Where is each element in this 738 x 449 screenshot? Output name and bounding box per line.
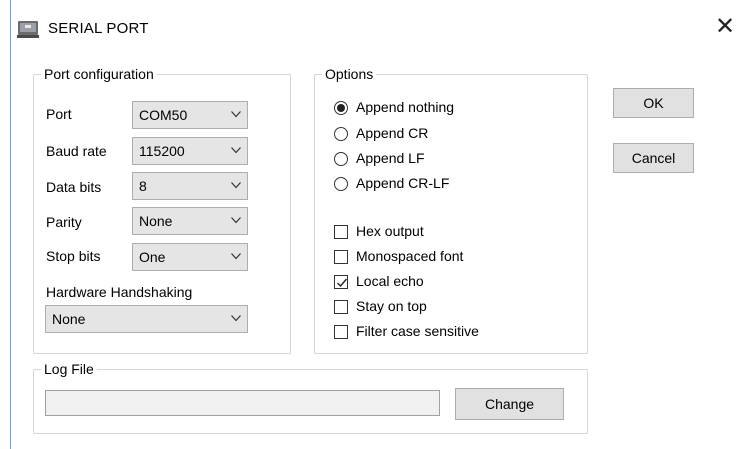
window-title: SERIAL PORT bbox=[48, 20, 149, 37]
append-lf-label: Append LF bbox=[356, 150, 425, 166]
chevron-down-icon bbox=[231, 111, 241, 118]
monospaced-font-label: Monospaced font bbox=[356, 248, 464, 264]
stop-bits-select[interactable]: One bbox=[132, 243, 248, 271]
append-nothing-radio[interactable] bbox=[334, 101, 348, 115]
baud-rate-select[interactable]: 115200 bbox=[132, 137, 248, 165]
log-file-path-field[interactable] bbox=[45, 390, 440, 416]
append-cr-lf-radio[interactable] bbox=[334, 177, 348, 191]
hardware-handshaking-label: Hardware Handshaking bbox=[46, 284, 193, 300]
hex-output-checkbox[interactable] bbox=[334, 225, 348, 239]
monospaced-font-checkbox[interactable] bbox=[334, 250, 348, 264]
filter-case-sensitive-checkbox[interactable] bbox=[334, 325, 348, 339]
data-bits-select[interactable]: 8 bbox=[132, 172, 248, 200]
parity-select[interactable]: None bbox=[132, 207, 248, 235]
append-cr-lf-label: Append CR-LF bbox=[356, 175, 450, 191]
append-nothing-label: Append nothing bbox=[356, 99, 455, 115]
change-log-file-button[interactable]: Change bbox=[455, 388, 564, 420]
baud-rate-label: Baud rate bbox=[46, 143, 107, 159]
stay-on-top-label: Stay on top bbox=[356, 298, 427, 314]
local-echo-label: Local echo bbox=[356, 273, 424, 289]
append-cr-radio[interactable] bbox=[334, 127, 348, 141]
chevron-down-icon bbox=[231, 315, 241, 322]
parity-label: Parity bbox=[46, 214, 82, 230]
cancel-button[interactable]: Cancel bbox=[613, 143, 694, 173]
hardware-handshaking-select-value: None bbox=[52, 311, 86, 327]
local-echo-checkbox[interactable] bbox=[334, 275, 348, 289]
options-legend: Options bbox=[325, 66, 374, 82]
stay-on-top-checkbox[interactable] bbox=[334, 300, 348, 314]
port-configuration-legend: Port configuration bbox=[44, 66, 154, 82]
port-select[interactable]: COM50 bbox=[132, 101, 248, 129]
log-file-legend: Log File bbox=[44, 361, 94, 377]
data-bits-select-value: 8 bbox=[139, 178, 147, 194]
data-bits-label: Data bits bbox=[46, 179, 102, 195]
append-cr-label: Append CR bbox=[356, 125, 429, 141]
serial-port-icon bbox=[17, 21, 39, 38]
hardware-handshaking-select[interactable]: None bbox=[45, 305, 248, 333]
chevron-down-icon bbox=[231, 217, 241, 224]
checkmark-icon bbox=[337, 278, 348, 288]
filter-case-sensitive-label: Filter case sensitive bbox=[356, 323, 479, 339]
chevron-down-icon bbox=[231, 253, 241, 260]
baud-rate-select-value: 115200 bbox=[139, 143, 185, 159]
port-label: Port bbox=[46, 106, 72, 122]
port-select-value: COM50 bbox=[139, 107, 188, 123]
chevron-down-icon bbox=[231, 182, 241, 189]
ok-button[interactable]: OK bbox=[613, 88, 694, 118]
chevron-down-icon bbox=[231, 147, 241, 154]
hex-output-label: Hex output bbox=[356, 223, 424, 239]
parity-select-value: None bbox=[139, 213, 173, 229]
close-icon[interactable]: ✕ bbox=[712, 14, 738, 40]
window-border bbox=[10, 0, 11, 449]
stop-bits-select-value: One bbox=[139, 249, 166, 265]
stop-bits-label: Stop bits bbox=[46, 248, 101, 264]
append-lf-radio[interactable] bbox=[334, 152, 348, 166]
